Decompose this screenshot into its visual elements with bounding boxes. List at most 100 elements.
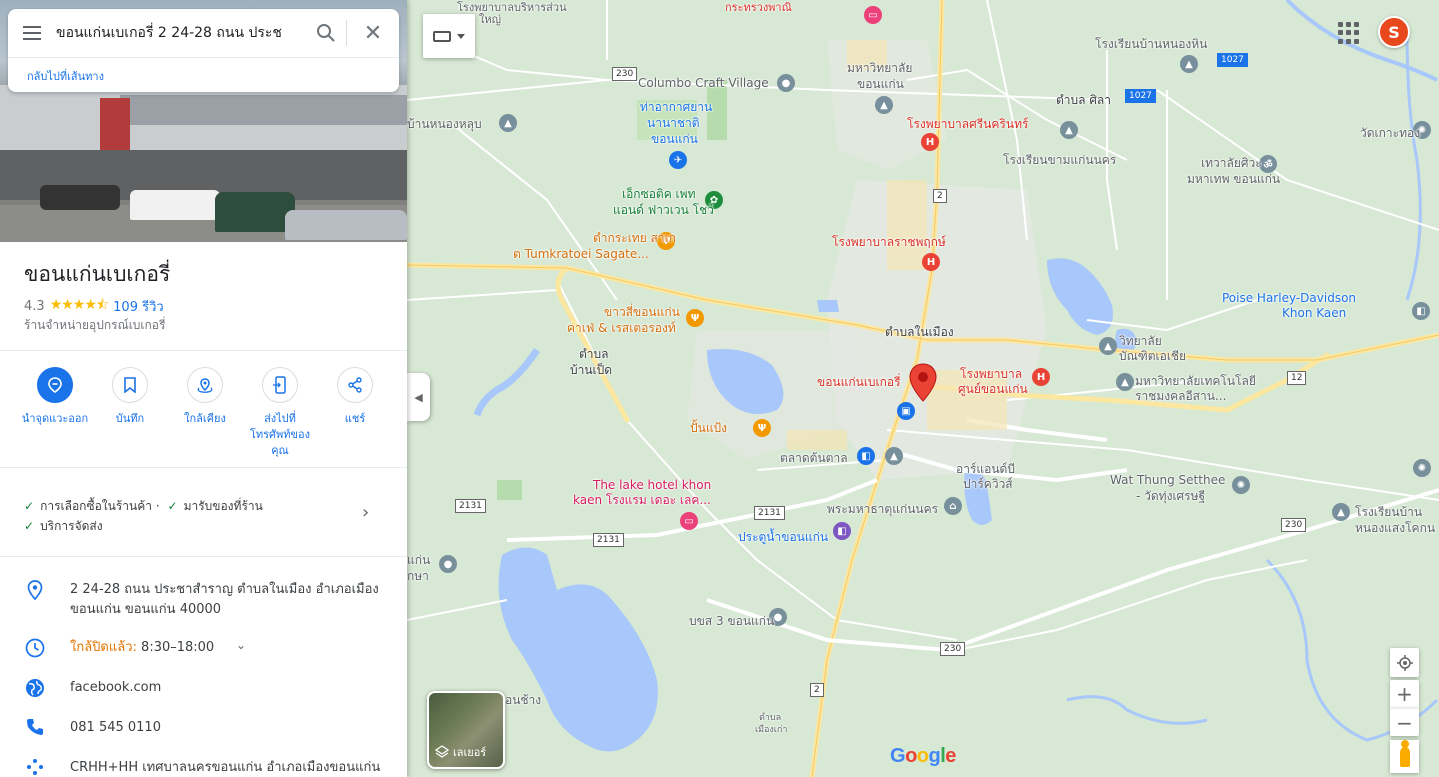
poi-label[interactable]: ตลาดต้นตาล xyxy=(780,451,848,466)
zoom-out-button[interactable]: − xyxy=(1390,708,1419,736)
collapse-panel-button[interactable]: ◀ xyxy=(407,373,430,421)
poi-label[interactable]: The lake hotel khon xyxy=(593,478,711,493)
amenities-summary[interactable]: ✓ การเลือกซื้อในร้านค้า · ✓ มารับของที่ร้า… xyxy=(24,496,364,536)
poi-label[interactable]: โรงพยาบาลศรีนครินทร์ xyxy=(907,117,1028,132)
poi-label[interactable]: ปั้นแป้ง xyxy=(690,421,727,436)
remove-stop-button[interactable]: นำจุดแวะออก xyxy=(20,367,90,459)
school-icon[interactable]: ▲ xyxy=(1099,337,1117,355)
poi-label[interactable]: มหาวิทยาลัยเทคโนโลยี xyxy=(1135,374,1256,389)
poi-label[interactable]: นานาชาติ xyxy=(647,116,700,131)
poi-label[interactable]: บัณฑิตเอเชีย xyxy=(1119,349,1186,364)
shopping-icon[interactable]: ◧ xyxy=(1412,302,1430,320)
chevron-down-icon[interactable]: ⌄ xyxy=(236,638,246,652)
poi-label[interactable]: Wat Thung Setthee xyxy=(1110,473,1225,488)
poi-label[interactable]: Columbo Craft Village xyxy=(638,76,769,91)
airport-icon[interactable]: ✈ xyxy=(669,151,687,169)
school-icon[interactable]: ▲ xyxy=(875,96,893,114)
account-avatar[interactable]: S xyxy=(1378,16,1410,48)
school-icon[interactable]: ▲ xyxy=(1180,55,1198,73)
save-button[interactable]: บันทึก xyxy=(95,367,165,459)
poi-label[interactable]: ศูนย์ขอนแก่น xyxy=(958,382,1028,397)
poi-label[interactable]: kaen โรงแรม เดอะ เลค... xyxy=(573,493,711,508)
school-icon[interactable]: ▲ xyxy=(1116,373,1134,391)
poi-label[interactable]: วัดเกาะทอง xyxy=(1360,126,1420,141)
menu-icon[interactable] xyxy=(8,9,56,57)
restaurant-icon[interactable]: Ψ xyxy=(686,309,704,327)
chevron-right-icon[interactable]: › xyxy=(362,502,369,523)
phone-row[interactable]: 081 545 0110 xyxy=(0,718,407,738)
shopping-icon[interactable]: ◧ xyxy=(857,447,875,465)
layers-toggle-button[interactable]: เลเยอร์ xyxy=(427,691,505,769)
poi-label[interactable]: บขส 3 ขอนแก่น xyxy=(689,614,774,629)
poi-label[interactable]: ขาวสี่ขอนแก่น xyxy=(604,305,680,320)
restaurant-icon[interactable]: Ψ xyxy=(753,419,771,437)
poi-label[interactable]: - วัดทุ่งเศรษฐี xyxy=(1136,489,1205,504)
poi-label[interactable]: กระทรวงพาณิ xyxy=(725,0,792,15)
hotel-icon[interactable]: ▭ xyxy=(864,6,882,24)
poi-label[interactable]: โรงเรียนบ้าน xyxy=(1355,505,1422,520)
nearby-button[interactable]: ใกล้เคียง xyxy=(170,367,240,459)
school-icon[interactable]: ▲ xyxy=(1060,121,1078,139)
poi-label[interactable]: ปาร์ควิวส์ xyxy=(963,477,1013,492)
poi-label[interactable]: อาร์แอนด์บี xyxy=(956,462,1015,477)
poi-label[interactable]: เอ็กซอติค เพท xyxy=(622,187,695,202)
poi-label[interactable]: ตำกระเทย สาเก xyxy=(593,231,676,246)
search-input[interactable]: ขอนแก่นเบเกอรี่ 2 24-28 ถนน ประช xyxy=(56,22,306,44)
transit-icon[interactable]: ▣ xyxy=(897,402,915,420)
poi-label[interactable]: ขอนแก่น xyxy=(857,77,904,92)
school-icon[interactable]: ▲ xyxy=(885,447,903,465)
shopping-icon[interactable]: ◧ xyxy=(833,522,851,540)
poi-label[interactable]: วิทยาลัย xyxy=(1119,334,1162,349)
poi-label[interactable]: ราชมงคลอีสาน... xyxy=(1135,389,1226,404)
poi-pin-icon[interactable]: ● xyxy=(439,555,457,573)
selected-place-marker-icon[interactable] xyxy=(909,363,937,403)
reviews-link[interactable]: 109 รีวิว xyxy=(113,296,164,317)
hotel-icon[interactable]: ▭ xyxy=(680,512,698,530)
temple-icon[interactable]: ✺ xyxy=(1413,459,1431,477)
send-to-phone-button[interactable]: ส่งไปที่โทรศัพท์ของคุณ xyxy=(245,367,315,459)
poi-label[interactable]: หนองแสงโคกน xyxy=(1355,521,1435,536)
school-icon[interactable]: ▲ xyxy=(499,114,517,132)
selected-place-label[interactable]: ขอนแก่นเบเกอรี่ xyxy=(817,375,901,390)
hospital-icon[interactable]: H xyxy=(921,133,939,151)
phone-number[interactable]: 081 545 0110 xyxy=(70,718,407,738)
google-apps-icon[interactable] xyxy=(1338,22,1360,44)
poi-label[interactable]: มหาวิทยาลัย xyxy=(847,61,912,76)
poi-label[interactable]: คาเฟ่ & เรสเตอรองท์ xyxy=(567,321,676,336)
poi-label[interactable]: ขอนแก่น xyxy=(651,132,698,147)
website-link[interactable]: facebook.com xyxy=(70,678,407,698)
hours-row[interactable]: ใกล้ปิดแล้ว: 8:30–18:00 ⌄ xyxy=(0,638,407,658)
website-row[interactable]: facebook.com xyxy=(0,678,407,698)
poi-label[interactable]: โรงเรียนบ้านหนองหิน xyxy=(1095,37,1207,52)
poi-label[interactable]: พระมหาธาตุแก่นนคร xyxy=(827,502,938,517)
school-icon[interactable]: ▲ xyxy=(1332,503,1350,521)
back-to-directions-link[interactable]: กลับไปที่เส้นทาง xyxy=(8,58,399,85)
place-category[interactable]: ร้านจำหน่ายอุปกรณ์เบเกอรี่ xyxy=(24,316,165,335)
poi-label[interactable]: ต Tumkratoei Sagate... xyxy=(513,247,649,262)
poi-label[interactable]: Poise Harley-Davidson xyxy=(1222,291,1356,306)
poi-label[interactable]: Khon Kaen xyxy=(1282,306,1346,321)
zoom-in-button[interactable]: + xyxy=(1390,680,1419,708)
share-button[interactable]: แชร์ xyxy=(320,367,390,459)
poi-label[interactable]: โรงพยาบาลราชพฤกษ์ xyxy=(832,235,946,250)
poi-label[interactable]: มหาเทพ ขอนแก่น xyxy=(1187,172,1280,187)
my-location-button[interactable] xyxy=(1390,648,1419,677)
poi-label[interactable]: ท่าอากาศยาน xyxy=(640,100,712,115)
search-icon[interactable] xyxy=(306,9,346,57)
route-shield: 2131 xyxy=(455,499,486,513)
temple-icon[interactable]: ⌂ xyxy=(944,497,962,515)
address-row[interactable]: 2 24-28 ถนน ประชาสำราญ ตำบลในเมือง อำเภอ… xyxy=(0,580,407,620)
plus-code-row[interactable]: CRHH+HH เทศบาลนครขอนแก่น อำเภอเมืองขอนแก… xyxy=(0,758,407,777)
hospital-icon[interactable]: H xyxy=(1032,368,1050,386)
poi-label[interactable]: เทวาลัยศิวะ xyxy=(1201,156,1262,171)
close-icon[interactable]: ✕ xyxy=(347,9,399,57)
street-view-pegman-icon[interactable] xyxy=(1390,739,1419,773)
hospital-icon[interactable]: H xyxy=(922,253,940,271)
poi-label[interactable]: แอนด์ ฟาวเวน โชว์ xyxy=(613,203,714,218)
temple-icon[interactable]: ✺ xyxy=(1232,476,1250,494)
poi-label[interactable]: โรงพยาบาล xyxy=(960,367,1022,382)
poi-label[interactable]: ประตูน้ำขอนแก่น xyxy=(738,530,828,545)
poi-label[interactable]: โรงเรียนขามแก่นนคร xyxy=(1003,153,1116,168)
keyboard-input-button[interactable] xyxy=(423,14,475,58)
poi-pin-icon[interactable]: ● xyxy=(777,74,795,92)
